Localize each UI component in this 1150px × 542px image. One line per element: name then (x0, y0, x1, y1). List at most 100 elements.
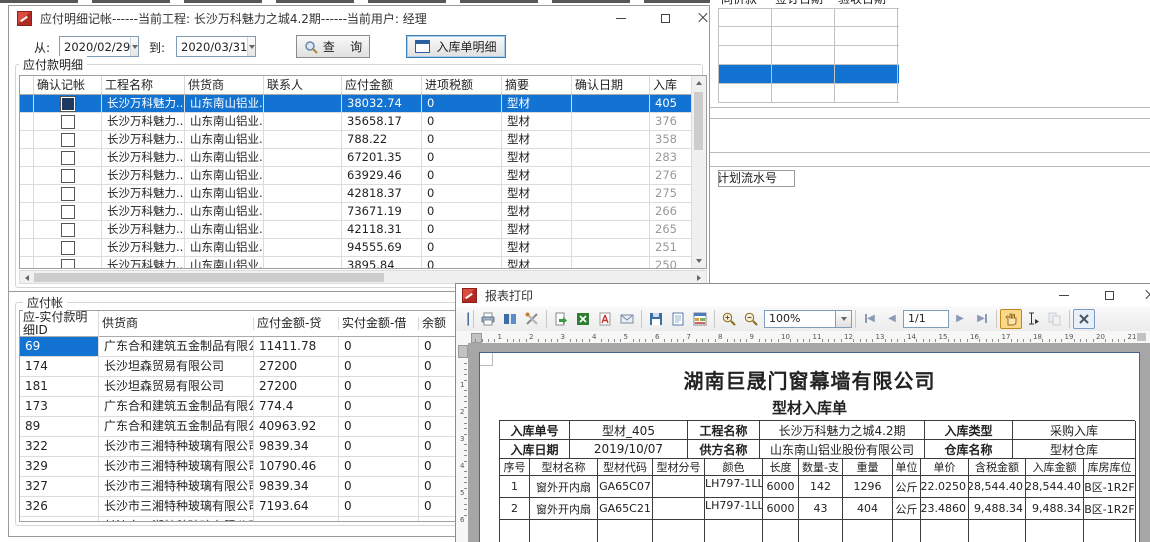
cell[interactable]: 山东南山铝业... (185, 257, 264, 269)
text-select-icon[interactable] (1022, 309, 1044, 329)
cell[interactable]: 长沙万科魅力... (102, 167, 185, 184)
cell[interactable] (264, 149, 342, 166)
maximize-button[interactable] (657, 10, 673, 26)
empty-row[interactable] (718, 8, 899, 27)
empty-cell[interactable] (772, 84, 835, 102)
cell[interactable]: 长沙万科魅力... (102, 131, 185, 148)
column-header[interactable]: 实付金额-借 (339, 317, 419, 330)
book-icon[interactable] (499, 309, 521, 329)
cell[interactable]: 长沙万科魅力... (102, 95, 185, 112)
cell[interactable]: 0 (339, 397, 419, 416)
cell-id[interactable]: 326 (20, 497, 99, 516)
cell[interactable]: 10790.46 (254, 457, 339, 476)
scroll-left-icon[interactable] (20, 271, 34, 285)
cell-inbound[interactable]: 276 (650, 167, 694, 184)
cell-id[interactable]: 89 (20, 417, 99, 436)
scrollbar-thumb[interactable] (694, 92, 703, 150)
cell[interactable]: 0 (339, 497, 419, 516)
cell[interactable] (572, 221, 650, 238)
cell[interactable]: 42118.31 (342, 221, 422, 238)
cell[interactable]: 山东南山铝业... (185, 185, 264, 202)
payable-detail-grid[interactable]: 确认记帐工程名称供货商联系人应付金额进项税额摘要确认日期入库长沙万科魅力...山… (19, 75, 707, 269)
save-icon[interactable] (645, 309, 667, 329)
cell[interactable]: 型材 (502, 239, 572, 256)
table-row[interactable]: 326长沙市三湘特种玻璃有限公司7193.6400 (20, 497, 459, 517)
cell[interactable]: 型材 (502, 149, 572, 166)
cell[interactable]: 9839.34 (254, 437, 339, 456)
column-header[interactable]: 应付金额-贷 (254, 317, 339, 330)
empty-cell[interactable] (718, 84, 772, 102)
zoom-in-icon[interactable] (718, 309, 740, 329)
table-row[interactable]: 174长沙坦森贸易有限公司2720000 (20, 357, 459, 377)
cell[interactable]: 0 (419, 337, 459, 356)
cell[interactable]: 0 (422, 95, 502, 112)
table-row[interactable]: 长沙万科魅力...山东南山铝业...42118.310型材265 (20, 221, 694, 239)
column-header[interactable]: 应付金额 (342, 76, 422, 94)
table-row[interactable]: 长沙万科魅力...山东南山铝业...38032.740型材405 (20, 95, 694, 113)
cell[interactable]: 0 (419, 357, 459, 376)
report-preview-area[interactable]: 湖南巨晟门窗幕墙有限公司 型材入库单 入库单号型材_405工程名称长沙万科魅力之… (468, 343, 1150, 542)
cell[interactable] (264, 113, 342, 130)
to-date-picker[interactable]: 2020/03/31 (176, 36, 256, 57)
cell[interactable]: 山东南山铝业... (185, 167, 264, 184)
empty-row[interactable] (718, 46, 899, 65)
cell[interactable]: 3895.84 (342, 257, 422, 269)
table-row[interactable]: 327长沙市三湘特种玻璃有限公司9839.3400 (20, 477, 459, 497)
cell-id[interactable]: 69 (20, 337, 99, 356)
cell-inbound[interactable]: 358 (650, 131, 694, 148)
cell[interactable]: 长沙市三湘特种玻璃有限公司 (99, 477, 254, 496)
cell[interactable]: 长沙万科魅力... (102, 149, 185, 166)
confirm-checkbox-cell[interactable] (34, 167, 102, 184)
table-row[interactable]: 173广东合和建筑五金制品有限公司774.400 (20, 397, 459, 417)
empty-cell[interactable] (835, 27, 898, 45)
cell[interactable]: 0 (422, 185, 502, 202)
nav-first[interactable]: ◀ (859, 309, 881, 329)
cell[interactable] (264, 185, 342, 202)
confirm-checkbox[interactable] (61, 97, 75, 111)
copy-icon[interactable] (1044, 309, 1066, 329)
cell[interactable]: 山东南山铝业... (185, 131, 264, 148)
chevron-down-icon[interactable] (247, 37, 255, 56)
page-box[interactable]: 1/1 (903, 310, 949, 328)
cell[interactable] (264, 167, 342, 184)
empty-row[interactable] (718, 65, 899, 84)
table-row[interactable]: 89广东合和建筑五金制品有限公司40963.9200 (20, 417, 459, 437)
cell[interactable]: 0 (422, 239, 502, 256)
zoom-combo[interactable]: 100% (764, 310, 852, 328)
cell[interactable]: 35658.17 (342, 113, 422, 130)
column-header[interactable]: 应-实付款明细ID (20, 311, 99, 337)
cell[interactable]: 67201.35 (342, 149, 422, 166)
empty-cell[interactable] (835, 65, 898, 83)
cell[interactable] (572, 167, 650, 184)
cell[interactable]: 0 (422, 257, 502, 269)
confirm-checkbox[interactable] (61, 151, 75, 165)
confirm-checkbox[interactable] (61, 241, 75, 255)
vertical-scrollbar[interactable] (691, 76, 706, 268)
confirm-checkbox[interactable] (61, 187, 75, 201)
cell-inbound[interactable]: 376 (650, 113, 694, 130)
report-titlebar[interactable]: 报表打印 (456, 284, 1150, 306)
hand-icon[interactable] (1000, 309, 1022, 329)
close-button[interactable] (695, 10, 711, 26)
panel-icon[interactable] (458, 309, 470, 329)
nav-next[interactable]: ▶ (949, 309, 971, 329)
payables-grid[interactable]: 应-实付款明细ID供货商应付金额-贷实付金额-借余额69广东合和建筑五金制品有限… (19, 310, 459, 522)
cell[interactable]: 型材 (502, 131, 572, 148)
table-row[interactable]: 长沙市三湘特种玻璃有限公司 (20, 517, 459, 522)
cell[interactable]: 广东合和建筑五金制品有限公司 (99, 417, 254, 436)
cell[interactable]: 山东南山铝业... (185, 95, 264, 112)
cell[interactable] (264, 257, 342, 269)
query-button[interactable]: 查 询 (296, 35, 370, 58)
cell[interactable]: 0 (419, 397, 459, 416)
confirm-checkbox[interactable] (61, 115, 75, 129)
confirm-checkbox[interactable] (61, 223, 75, 237)
cell[interactable]: 0 (419, 477, 459, 496)
minimize-button[interactable] (1056, 287, 1072, 303)
cell[interactable]: 788.22 (342, 131, 422, 148)
cell[interactable]: 94555.69 (342, 239, 422, 256)
cell[interactable]: 型材 (502, 221, 572, 238)
scrollbar-thumb[interactable] (34, 273, 384, 282)
cell[interactable]: 27200 (254, 357, 339, 376)
column-header[interactable]: 余额 (419, 317, 459, 330)
table-row[interactable]: 长沙万科魅力...山东南山铝业...3895.840型材250 (20, 257, 694, 269)
